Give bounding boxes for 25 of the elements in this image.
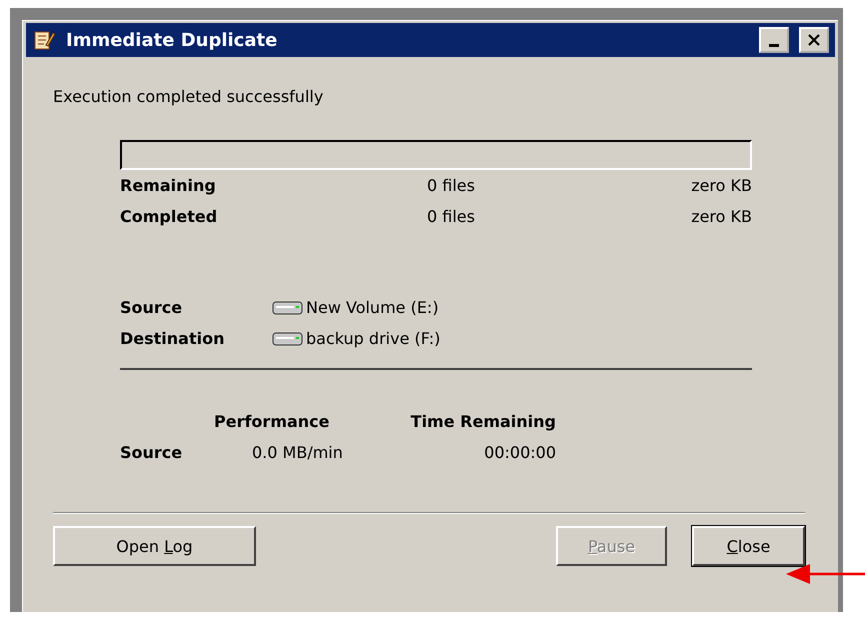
column-header: Time Remaining xyxy=(410,412,556,431)
open-log-button[interactable]: Open Log xyxy=(53,526,256,566)
minimize-button[interactable] xyxy=(759,27,789,53)
file-count: 0 files xyxy=(426,176,476,195)
minimize-icon xyxy=(769,44,779,46)
drive-name: backup drive (F:) xyxy=(306,329,440,348)
window-title: Immediate Duplicate xyxy=(66,30,278,50)
file-count: 0 files xyxy=(426,207,476,226)
drive-name: New Volume (E:) xyxy=(306,298,439,317)
count-label: Completed xyxy=(120,207,218,226)
size-value: zero KB xyxy=(690,207,752,226)
count-label: Remaining xyxy=(120,176,217,195)
close-icon xyxy=(807,33,821,47)
drive-label: Destination xyxy=(120,329,224,348)
close-button[interactable] xyxy=(799,27,829,53)
status-text: Execution completed successfully xyxy=(53,87,324,106)
row-label: Source xyxy=(120,443,184,462)
column-header: Performance xyxy=(214,412,331,431)
drive-icon xyxy=(272,330,304,348)
close-button[interactable]: Close xyxy=(692,526,805,566)
drive-label: Source xyxy=(120,298,182,317)
performance-value: 0.0 MB/min xyxy=(251,443,344,462)
drive-icon xyxy=(272,298,304,316)
size-value: zero KB xyxy=(690,176,752,195)
time-value: 00:00:00 xyxy=(483,443,556,462)
